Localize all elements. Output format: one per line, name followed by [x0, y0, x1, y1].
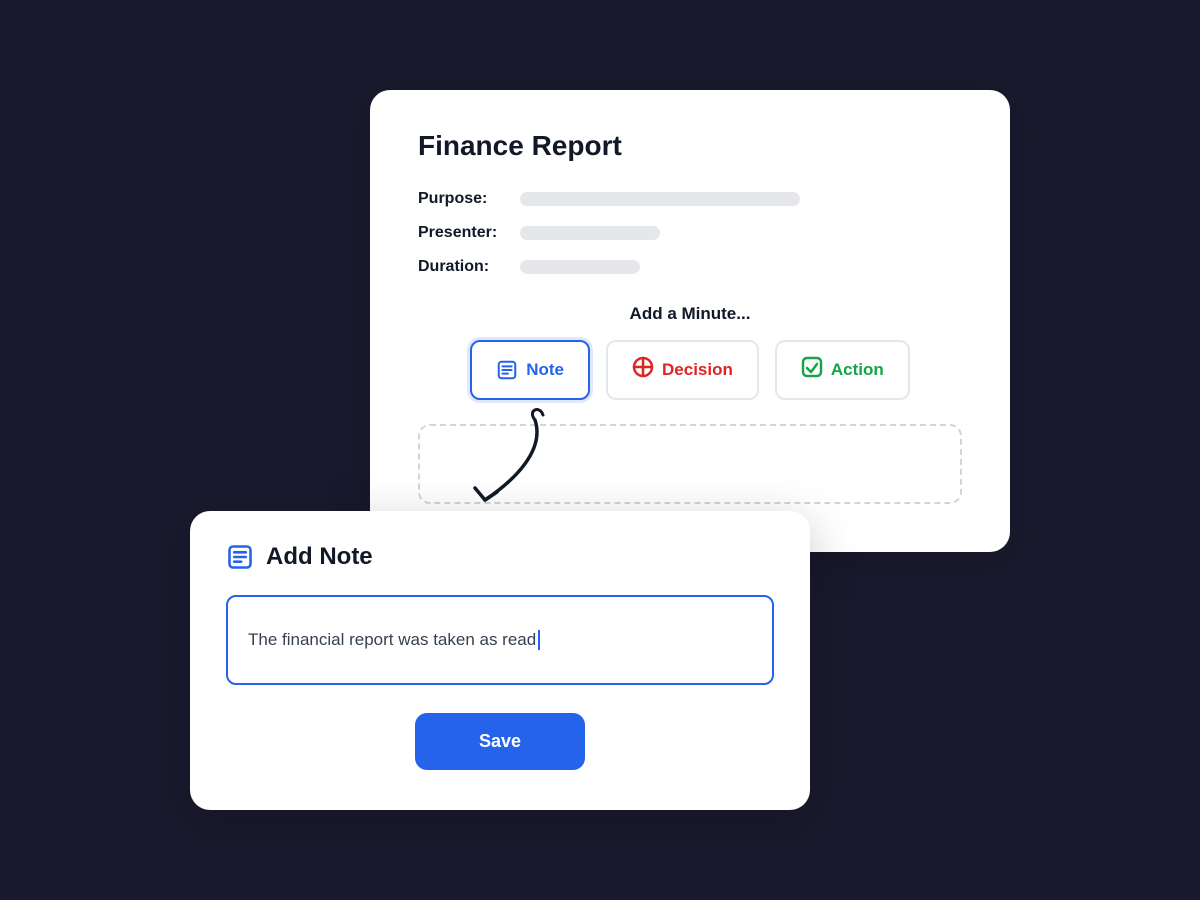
action-button[interactable]: Action [775, 340, 910, 400]
presenter-bar [520, 226, 660, 240]
decision-button-label: Decision [662, 360, 733, 380]
duration-bar [520, 260, 640, 274]
minute-buttons: Note Decision [418, 340, 962, 400]
add-note-card: Add Note The financial report was taken … [190, 511, 810, 810]
add-note-title: Add Note [266, 543, 373, 571]
action-icon [801, 356, 823, 384]
presenter-label: Presenter: [418, 224, 508, 242]
note-input-value: The financial report was taken as read [248, 630, 536, 650]
decision-icon [632, 356, 654, 384]
note-icon [496, 359, 518, 381]
add-note-header: Add Note [226, 543, 774, 571]
note-button-label: Note [526, 360, 564, 380]
purpose-bar [520, 192, 800, 206]
add-note-icon [226, 543, 254, 571]
add-minute-label: Add a Minute... [418, 304, 962, 324]
save-button[interactable]: Save [415, 713, 585, 770]
text-cursor [538, 630, 540, 650]
arrow-annotation [455, 400, 575, 520]
note-input-display[interactable]: The financial report was taken as read [226, 595, 774, 685]
duration-row: Duration: [418, 258, 962, 276]
purpose-label: Purpose: [418, 190, 508, 208]
action-button-label: Action [831, 360, 884, 380]
finance-card-title: Finance Report [418, 130, 962, 162]
decision-button[interactable]: Decision [606, 340, 759, 400]
note-button[interactable]: Note [470, 340, 590, 400]
purpose-row: Purpose: [418, 190, 962, 208]
presenter-row: Presenter: [418, 224, 962, 242]
duration-label: Duration: [418, 258, 508, 276]
